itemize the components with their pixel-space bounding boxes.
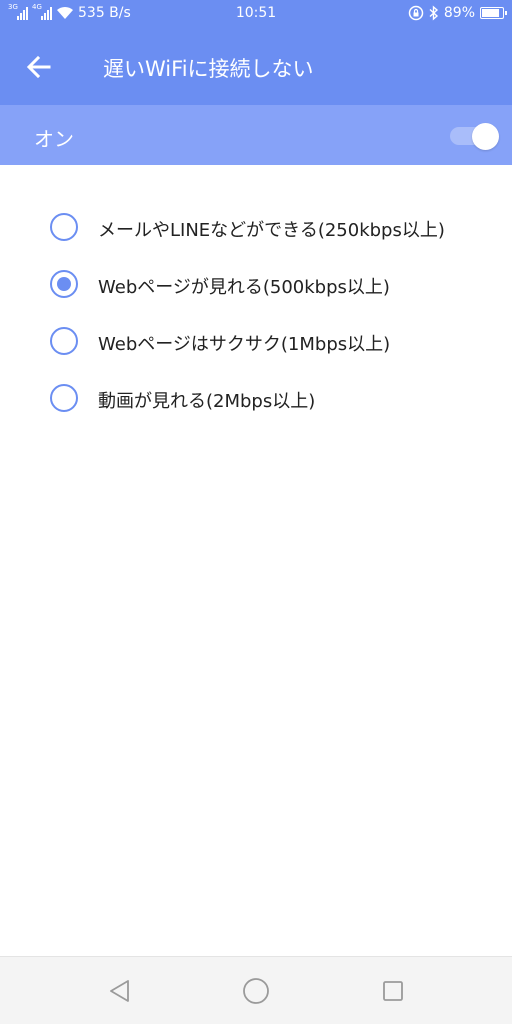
status-right: 89% <box>408 5 507 21</box>
option-label: 動画が見れる(2Mbps以上) <box>98 391 316 412</box>
navigation-bar <box>0 956 512 1024</box>
option-1mbps[interactable]: Webページはサクサク(1Mbps以上) <box>0 313 512 370</box>
back-button[interactable] <box>20 48 60 88</box>
recents-square-icon <box>383 981 403 1001</box>
arrow-left-icon <box>26 55 51 79</box>
screen: 3G 4G 535 B/s 10:51 89% 遅いWiFiに接続しない オン … <box>0 0 512 1024</box>
radio-button[interactable] <box>50 327 78 355</box>
battery-icon <box>480 7 507 19</box>
radio-button[interactable] <box>50 270 78 298</box>
option-250kbps[interactable]: メールやLINEなどができる(250kbps以上) <box>0 199 512 256</box>
bluetooth-icon <box>429 5 438 21</box>
battery-percent: 89% <box>443 5 475 21</box>
back-triangle-icon <box>110 980 129 1002</box>
toggle-switch[interactable] <box>450 123 499 150</box>
option-label: メールやLINEなどができる(250kbps以上) <box>98 220 445 241</box>
radio-button[interactable] <box>50 384 78 412</box>
option-2mbps[interactable]: 動画が見れる(2Mbps以上) <box>0 370 512 427</box>
lock-rotation-icon <box>408 5 424 21</box>
home-circle-icon <box>243 978 269 1004</box>
nav-back-button[interactable] <box>104 975 136 1007</box>
nav-home-button[interactable] <box>240 975 272 1007</box>
page-title: 遅いWiFiに接続しない <box>103 57 314 81</box>
radio-button[interactable] <box>50 213 78 241</box>
toggle-label: オン <box>34 127 74 151</box>
status-bar: 3G 4G 535 B/s 10:51 89% <box>0 0 512 28</box>
nav-recents-button[interactable] <box>377 975 409 1007</box>
option-500kbps[interactable]: Webページが見れる(500kbps以上) <box>0 256 512 313</box>
master-toggle-row[interactable]: オン <box>0 105 512 165</box>
app-bar: 遅いWiFiに接続しない <box>0 28 512 105</box>
speed-option-list: メールやLINEなどができる(250kbps以上) Webページが見れる(500… <box>0 199 512 427</box>
option-label: Webページが見れる(500kbps以上) <box>98 277 390 298</box>
option-label: Webページはサクサク(1Mbps以上) <box>98 334 391 355</box>
toggle-thumb <box>472 123 499 150</box>
